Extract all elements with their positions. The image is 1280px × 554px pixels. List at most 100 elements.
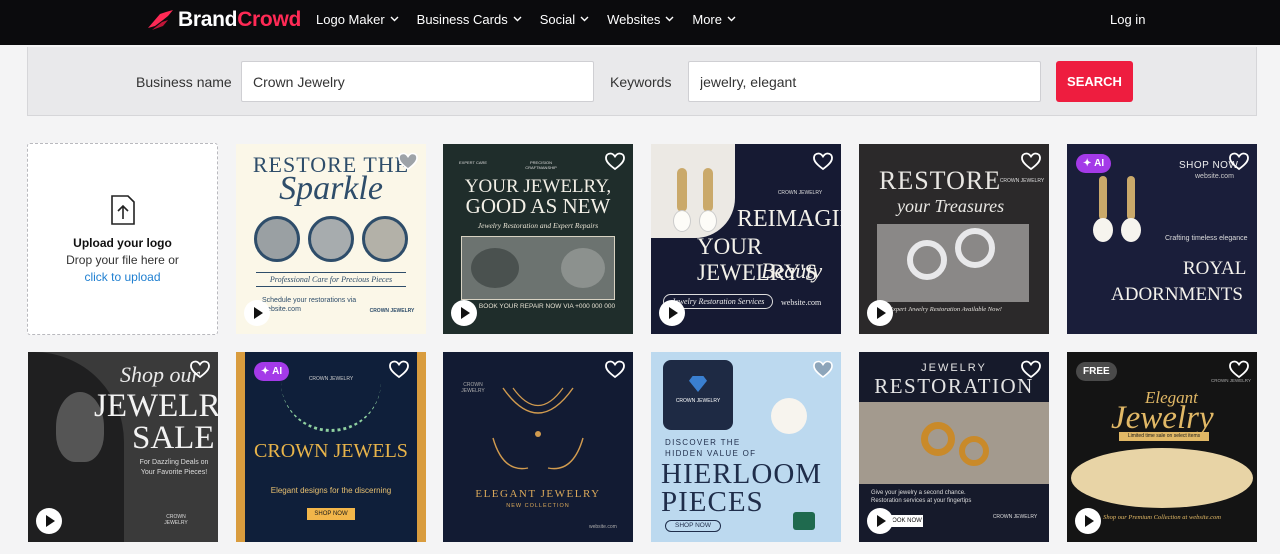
pearl-shape [673, 210, 691, 232]
design-caption: Crafting timeless elegance [1165, 235, 1248, 242]
design-caption: Restoration services at your fingertips [871, 498, 972, 504]
chevron-down-icon [580, 16, 589, 22]
ring-photo-circle [362, 216, 408, 262]
design-small-text: website.com [1195, 173, 1234, 180]
earring-shape [703, 168, 713, 212]
search-button[interactable]: SEARCH [1056, 61, 1133, 102]
earring-photo [651, 144, 735, 238]
design-card[interactable]: RESTORE your Treasures CROWN JEWELRY Exp… [859, 144, 1049, 334]
click-to-upload-link[interactable]: click to upload [28, 270, 217, 284]
design-headline: RESTORE [879, 166, 1002, 195]
play-preview-button[interactable] [867, 508, 893, 534]
play-preview-button[interactable] [659, 300, 685, 326]
design-logo-text: CROWN JEWELRY [675, 398, 721, 404]
favorite-heart-icon[interactable] [1229, 152, 1249, 171]
chevron-down-icon [665, 16, 674, 22]
favorite-heart-icon[interactable] [398, 152, 418, 171]
jewelry-tray-shape [1071, 448, 1253, 508]
design-logo-text: CROWN JEWELRY [369, 308, 415, 314]
design-card[interactable]: ✦ AI CROWN JEWELRY CROWN JEWELS Elegant … [236, 352, 426, 542]
design-script-text: Sparkle [279, 170, 383, 207]
favorite-heart-icon[interactable] [1021, 152, 1041, 171]
top-navigation-bar: BrandCrowd Logo Maker Business Cards Soc… [0, 0, 1280, 45]
design-headline: ROYAL [1183, 258, 1247, 279]
design-card[interactable]: FREE Elegant Jewelry Limited time sale o… [1067, 352, 1257, 542]
ai-badge: ✦ AI [1076, 154, 1112, 173]
emerald-ring-shape [793, 512, 815, 530]
design-logo-text: CROWN JEWELRY [999, 178, 1045, 184]
favorite-heart-icon[interactable] [813, 360, 833, 379]
ring-photo [561, 248, 605, 288]
nav-business-cards[interactable]: Business Cards [417, 12, 522, 27]
design-card[interactable]: CROWN JEWELRY REIMAGINE YOUR JEWELRY'S B… [651, 144, 841, 334]
design-card[interactable]: RESTORE THE Sparkle Professional Care fo… [236, 144, 426, 334]
favorite-heart-icon[interactable] [190, 360, 210, 379]
earring-shape [1127, 176, 1135, 220]
play-preview-button[interactable] [1075, 508, 1101, 534]
logo-tile [663, 360, 733, 430]
design-small-text: PRECISION CRAFTMANSHIP [525, 160, 557, 170]
design-small-text: EXPERT CARE [459, 160, 488, 165]
design-tagline: Limited time sale on select items [1119, 432, 1209, 441]
design-script-text: Shop our [120, 362, 201, 387]
play-preview-button[interactable] [36, 508, 62, 534]
design-headline: ADORNMENTS [1111, 284, 1243, 305]
nav-logo-maker[interactable]: Logo Maker [316, 12, 399, 27]
keywords-input[interactable] [688, 61, 1041, 102]
business-name-input[interactable] [241, 61, 594, 102]
design-tagline: Professional Care for Precious Pieces [256, 272, 406, 287]
pearl-shape [1121, 218, 1141, 242]
design-small-text: website.com [589, 524, 617, 530]
design-headline: REIMAGINE [737, 206, 841, 232]
chevron-down-icon [513, 16, 522, 22]
design-headline: SALE [132, 420, 215, 456]
favorite-heart-icon[interactable] [1021, 360, 1041, 379]
nav-more[interactable]: More [692, 12, 736, 27]
design-card[interactable]: CROWN JEWELRY ELEGANT JEWELRY NEW COLLEC… [443, 352, 633, 542]
hands-necklace-icon [492, 387, 584, 470]
design-script-text: your Treasures [897, 196, 1005, 216]
nav-websites[interactable]: Websites [607, 12, 674, 27]
design-caption: Schedule your restorations via website.c… [262, 297, 357, 313]
play-preview-button[interactable] [244, 300, 270, 326]
favorite-heart-icon[interactable] [605, 360, 625, 379]
design-caption: Elegant designs for the discerning [270, 486, 392, 495]
favorite-heart-icon[interactable] [605, 152, 625, 171]
design-card[interactable]: CROWN JEWELRY DISCOVER THE HIDDEN VALUE … [651, 352, 841, 542]
brand-name: BrandCrowd [178, 8, 302, 31]
keywords-label: Keywords [610, 74, 672, 90]
design-logo-text: CROWN JEWELRY [164, 514, 188, 526]
design-card[interactable]: Shop our JEWELRY SALE For Dazzling Deals… [28, 352, 218, 542]
design-card[interactable]: EXPERT CARE PRECISION CRAFTMANSHIP YOUR … [443, 144, 633, 334]
ring-photo-circle [308, 216, 354, 262]
free-badge: FREE [1076, 362, 1117, 381]
brandcrowd-logo[interactable]: BrandCrowd [146, 8, 301, 32]
ring-photo [471, 248, 519, 288]
play-preview-button[interactable] [451, 300, 477, 326]
design-logo-text: CROWN JEWELRY [777, 190, 823, 196]
design-card[interactable]: JEWELRY RESTORATION Give your jewelry a … [859, 352, 1049, 542]
design-card[interactable]: ✦ AI SHOP NOW website.com Crafting timel… [1067, 144, 1257, 334]
design-headline: ELEGANT JEWELRY [475, 488, 601, 500]
nav-social[interactable]: Social [540, 12, 589, 27]
login-link[interactable]: Log in [1110, 12, 1145, 27]
earring-shape [1099, 176, 1107, 220]
gold-ring-shape [921, 422, 955, 456]
main-nav: Logo Maker Business Cards Social Website… [316, 0, 754, 38]
diamond-earring-shape [907, 240, 947, 280]
favorite-heart-icon[interactable] [389, 360, 409, 379]
design-caption: website.com [781, 298, 822, 307]
business-name-label: Business name [136, 74, 232, 90]
pearl-shape [699, 210, 717, 232]
design-button-text: SHOP NOW [307, 508, 355, 520]
favorite-heart-icon[interactable] [1229, 360, 1249, 379]
play-preview-button[interactable] [867, 300, 893, 326]
favorite-heart-icon[interactable] [813, 152, 833, 171]
design-script-text: Beauty [761, 258, 823, 283]
upload-file-icon [111, 195, 135, 225]
earring-photo [877, 224, 1029, 302]
design-headline: GOOD AS NEW [465, 194, 611, 218]
upload-logo-dropzone[interactable]: Upload your logo Drop your file here or … [27, 143, 218, 335]
flower-pendant-shape [771, 398, 807, 434]
design-headline: PIECES [661, 486, 764, 518]
